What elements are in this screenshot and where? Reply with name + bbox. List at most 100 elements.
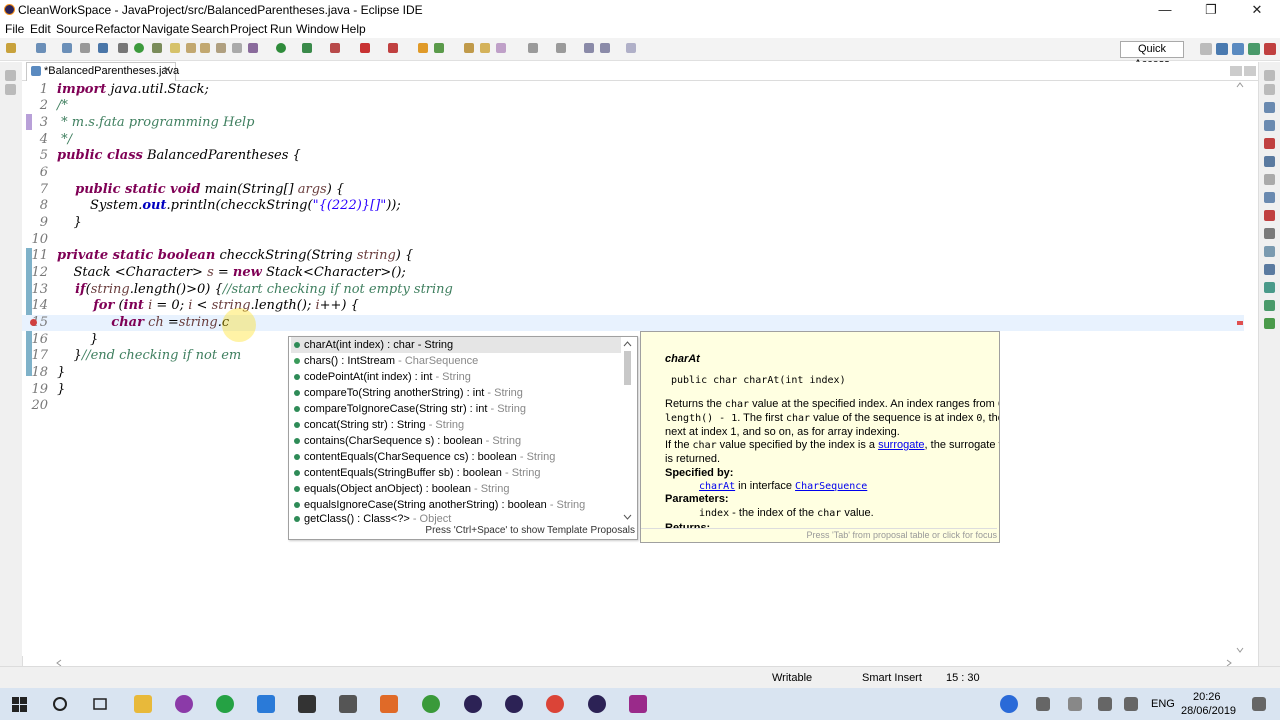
new-server-icon[interactable] xyxy=(388,43,398,53)
skip-breakpoints-icon[interactable] xyxy=(118,43,128,53)
debug-run-icon[interactable] xyxy=(248,43,258,53)
volume-icon[interactable] xyxy=(1124,697,1138,711)
notifications-icon[interactable] xyxy=(1252,697,1266,711)
progress-icon[interactable] xyxy=(1264,264,1275,275)
task-view-icon[interactable] xyxy=(92,696,108,712)
proposal-scrollbar[interactable] xyxy=(622,339,633,523)
run-icon[interactable] xyxy=(276,43,286,53)
proposal-item[interactable]: contentEquals(CharSequence cs) : boolean… xyxy=(291,449,621,465)
back-icon[interactable] xyxy=(584,43,594,53)
proposal-item[interactable]: compareToIgnoreCase(String str) : int - … xyxy=(291,401,621,417)
store-icon[interactable] xyxy=(339,695,357,713)
new-package-icon[interactable] xyxy=(418,43,428,53)
terminal-icon[interactable] xyxy=(98,43,108,53)
eclipse-taskbar-icon[interactable] xyxy=(464,695,482,713)
new-class-icon[interactable] xyxy=(434,43,444,53)
menu-navigate[interactable]: Navigate xyxy=(142,22,189,36)
stop-icon[interactable] xyxy=(360,43,370,53)
whitespace-icon[interactable] xyxy=(200,43,210,53)
mail-icon[interactable] xyxy=(298,695,316,713)
maximize-right-icon[interactable] xyxy=(1264,84,1275,95)
word-wrap-icon[interactable] xyxy=(216,43,226,53)
network-icon[interactable] xyxy=(1098,697,1112,711)
eclipse-active-icon[interactable] xyxy=(588,695,606,713)
minimize-editor-icon[interactable] xyxy=(1230,66,1242,76)
help-icon[interactable] xyxy=(1000,695,1018,713)
charsequence-link[interactable]: CharSequence xyxy=(795,481,867,492)
proposal-item[interactable]: getClass() : Class<?> - Object xyxy=(291,513,621,525)
java-perspective-icon[interactable] xyxy=(1232,43,1244,55)
chrome-icon[interactable] xyxy=(546,695,564,713)
proposal-item[interactable]: codePointAt(int index) : int - String xyxy=(291,369,621,385)
menu-edit[interactable]: Edit xyxy=(30,22,51,36)
close-tab-icon[interactable]: ✕ xyxy=(163,65,171,76)
mark-occurrences-icon[interactable] xyxy=(170,43,180,53)
git-perspective-icon[interactable] xyxy=(1264,43,1276,55)
prev-annotation-icon[interactable] xyxy=(556,43,566,53)
coverage-icon[interactable] xyxy=(302,43,312,53)
search-view-icon[interactable] xyxy=(1264,228,1275,239)
problems-icon[interactable] xyxy=(1264,138,1275,149)
minimize-button[interactable]: — xyxy=(1142,0,1188,20)
proposal-item[interactable]: equalsIgnoreCase(String anotherString) :… xyxy=(291,497,621,513)
camtasia-icon[interactable] xyxy=(422,695,440,713)
outline-icon[interactable] xyxy=(1264,102,1275,113)
file-explorer-icon[interactable] xyxy=(134,695,152,713)
tab-balancedparentheses[interactable]: *BalancedParentheses.java ✕ xyxy=(26,62,179,81)
viber-icon[interactable] xyxy=(175,695,193,713)
javadoc-popup[interactable]: charAt public char charAt(int index) Ret… xyxy=(640,331,1000,543)
java-ee-perspective-icon[interactable] xyxy=(1216,43,1228,55)
menu-refactor[interactable]: Refactor xyxy=(95,22,140,36)
proposal-item[interactable]: contains(CharSequence s) : boolean - Str… xyxy=(291,433,621,449)
recorder-icon[interactable] xyxy=(629,695,647,713)
javadoc-icon[interactable] xyxy=(1264,156,1275,167)
sublime-icon[interactable] xyxy=(380,695,398,713)
task-list-icon[interactable] xyxy=(1264,120,1275,131)
save-all-icon[interactable] xyxy=(62,43,72,53)
back-dropdown-icon[interactable] xyxy=(600,43,610,53)
new-icon[interactable] xyxy=(6,43,16,53)
tray-overflow-icon[interactable] xyxy=(1068,697,1082,711)
editor-horizontal-scrollbar[interactable] xyxy=(55,656,1235,667)
open-perspective-icon[interactable] xyxy=(1200,43,1212,55)
debug-icon[interactable] xyxy=(134,43,144,53)
search-icon[interactable] xyxy=(480,43,490,53)
quick-access-field[interactable]: Quick Access xyxy=(1120,41,1184,70)
menu-file[interactable]: File xyxy=(5,22,24,36)
open-type-icon[interactable] xyxy=(152,43,162,53)
declaration-icon[interactable] xyxy=(1264,174,1275,185)
junit-icon[interactable] xyxy=(1264,318,1275,329)
history-icon[interactable] xyxy=(1264,246,1275,257)
menu-project[interactable]: Project xyxy=(230,22,267,36)
proposal-item[interactable]: compareTo(String anotherString) : int - … xyxy=(291,385,621,401)
maximize-editor-icon[interactable] xyxy=(1244,66,1256,76)
annotation-icon[interactable] xyxy=(496,43,506,53)
error-icon[interactable] xyxy=(30,319,37,326)
language-indicator[interactable]: ENG xyxy=(1151,698,1175,710)
next-annotation-icon[interactable] xyxy=(528,43,538,53)
data-source-icon[interactable] xyxy=(1264,282,1275,293)
charat-link[interactable]: charAt xyxy=(699,481,735,492)
menu-run[interactable]: Run xyxy=(270,22,292,36)
surrogate-link[interactable]: surrogate xyxy=(878,439,924,451)
whatsapp-icon[interactable] xyxy=(216,695,234,713)
console-icon[interactable] xyxy=(1264,192,1275,203)
menu-window[interactable]: Window xyxy=(296,22,339,36)
windows-start-icon[interactable] xyxy=(12,697,28,713)
close-window-button[interactable]: ✕ xyxy=(1234,0,1280,20)
cortana-icon[interactable] xyxy=(52,696,68,712)
editor-vertical-scrollbar[interactable] xyxy=(1236,81,1244,656)
open-task-icon[interactable] xyxy=(464,43,474,53)
proposal-item[interactable]: charAt(int index) : char - String xyxy=(291,337,621,353)
menu-search[interactable]: Search xyxy=(191,22,229,36)
toggle-block-icon[interactable] xyxy=(186,43,196,53)
pilcrow-icon[interactable] xyxy=(232,43,242,53)
eclipse-taskbar-icon-2[interactable] xyxy=(505,695,523,713)
print-icon[interactable] xyxy=(80,43,90,53)
menu-source[interactable]: Source xyxy=(56,22,94,36)
clock-time[interactable]: 20:26 xyxy=(1193,691,1221,703)
clock-date[interactable]: 28/06/2019 xyxy=(1181,705,1236,717)
servers-icon[interactable] xyxy=(1264,210,1275,221)
snippets-icon[interactable] xyxy=(1264,300,1275,311)
vscode-icon[interactable] xyxy=(257,695,275,713)
